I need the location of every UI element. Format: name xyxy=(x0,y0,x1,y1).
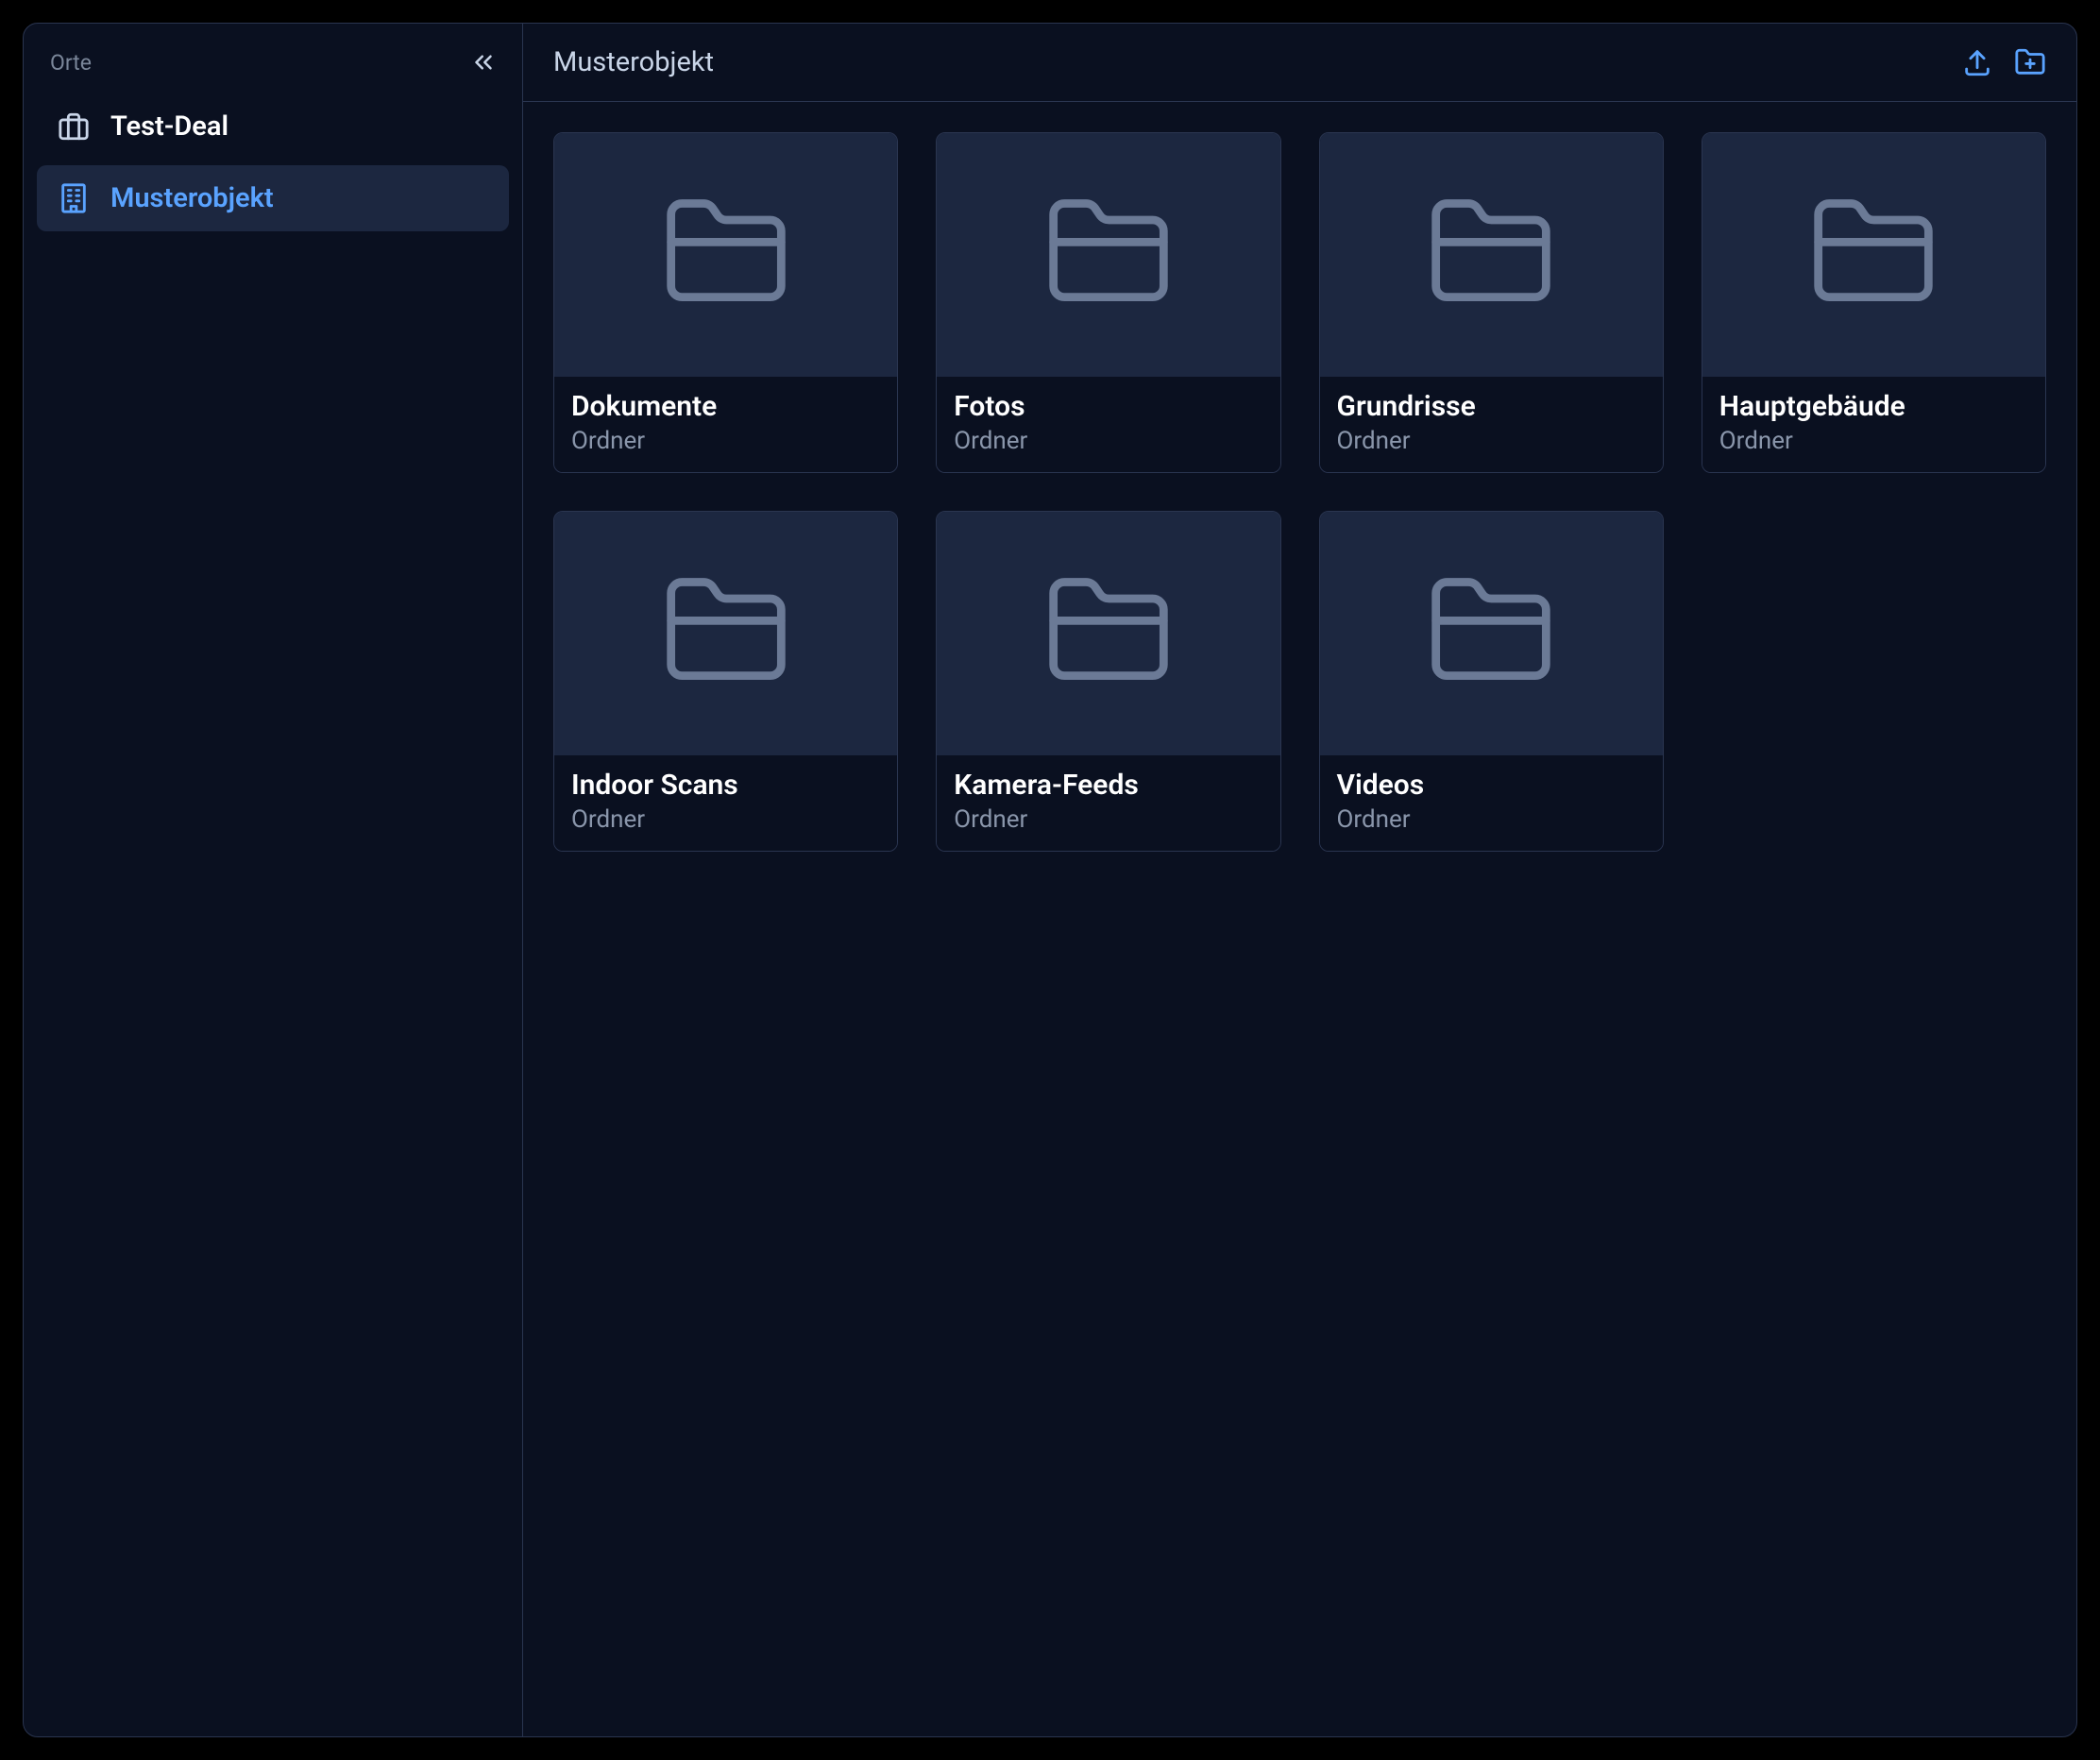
folder-icon xyxy=(1425,566,1557,702)
folder-type: Ordner xyxy=(954,805,1262,834)
upload-button[interactable] xyxy=(1961,46,1993,78)
folder-card-hauptgebaeude[interactable]: Hauptgebäude Ordner xyxy=(1702,132,2046,473)
breadcrumb: Musterobjekt xyxy=(553,46,714,78)
folder-type: Ordner xyxy=(1337,427,1646,455)
folder-type: Ordner xyxy=(1337,805,1646,834)
main-header: Musterobjekt xyxy=(523,24,2076,102)
folder-thumb xyxy=(554,133,897,377)
collapse-sidebar-icon[interactable] xyxy=(469,48,498,76)
building-icon xyxy=(58,182,90,214)
main-content: Musterobjekt xyxy=(523,24,2076,1736)
folder-info: Dokumente Ordner xyxy=(554,377,897,472)
folder-thumb xyxy=(1702,133,2045,377)
folder-info: Fotos Ordner xyxy=(937,377,1279,472)
folder-type: Ordner xyxy=(571,805,880,834)
folder-type: Ordner xyxy=(571,427,880,455)
folder-card-dokumente[interactable]: Dokumente Ordner xyxy=(553,132,898,473)
folder-icon xyxy=(1425,187,1557,323)
folder-icon xyxy=(1807,187,1939,323)
folder-type: Ordner xyxy=(1719,427,2028,455)
folder-info: Kamera-Feeds Ordner xyxy=(937,755,1279,851)
app-panel: Orte Test-Deal xyxy=(23,23,2077,1737)
folder-thumb xyxy=(937,512,1279,755)
folder-info: Hauptgebäude Ordner xyxy=(1702,377,2045,472)
folder-card-kamera-feeds[interactable]: Kamera-Feeds Ordner xyxy=(936,511,1280,852)
sidebar-title: Orte xyxy=(50,50,92,76)
sidebar-item-musterobjekt[interactable]: Musterobjekt xyxy=(37,165,509,231)
folder-icon xyxy=(660,187,792,323)
folder-name: Indoor Scans xyxy=(571,769,880,802)
briefcase-icon xyxy=(58,110,90,143)
folder-thumb xyxy=(554,512,897,755)
folder-card-grundrisse[interactable]: Grundrisse Ordner xyxy=(1319,132,1664,473)
folder-card-fotos[interactable]: Fotos Ordner xyxy=(936,132,1280,473)
folder-info: Videos Ordner xyxy=(1320,755,1663,851)
sidebar-header: Orte xyxy=(37,42,509,93)
sidebar-item-label: Musterobjekt xyxy=(110,182,274,214)
folder-name: Grundrisse xyxy=(1337,390,1646,423)
folder-name: Videos xyxy=(1337,769,1646,802)
sidebar-item-test-deal[interactable]: Test-Deal xyxy=(37,93,509,160)
folder-info: Grundrisse Ordner xyxy=(1320,377,1663,472)
new-folder-button[interactable] xyxy=(2014,46,2046,78)
folder-grid: Dokumente Ordner Fotos Ordner xyxy=(523,102,2076,882)
sidebar: Orte Test-Deal xyxy=(24,24,523,1736)
folder-info: Indoor Scans Ordner xyxy=(554,755,897,851)
folder-icon xyxy=(1042,566,1175,702)
folder-name: Fotos xyxy=(954,390,1262,423)
folder-thumb xyxy=(1320,133,1663,377)
folder-name: Dokumente xyxy=(571,390,880,423)
folder-type: Ordner xyxy=(954,427,1262,455)
folder-name: Hauptgebäude xyxy=(1719,390,2028,423)
sidebar-item-label: Test-Deal xyxy=(110,110,229,143)
folder-card-videos[interactable]: Videos Ordner xyxy=(1319,511,1664,852)
folder-icon xyxy=(660,566,792,702)
folder-icon xyxy=(1042,187,1175,323)
header-actions xyxy=(1961,46,2046,78)
folder-thumb xyxy=(1320,512,1663,755)
folder-card-indoor-scans[interactable]: Indoor Scans Ordner xyxy=(553,511,898,852)
folder-thumb xyxy=(937,133,1279,377)
folder-name: Kamera-Feeds xyxy=(954,769,1262,802)
